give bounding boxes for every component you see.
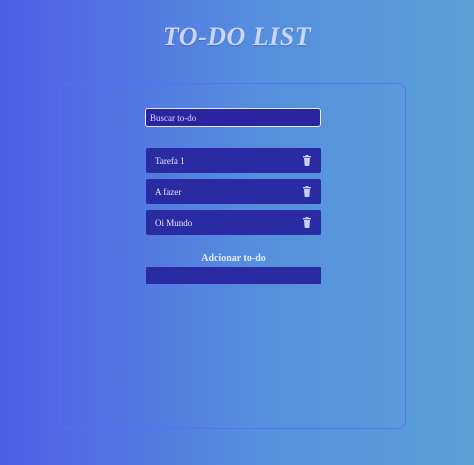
todo-item[interactable]: Oi Mundo: [146, 210, 321, 235]
trash-icon[interactable]: [302, 186, 312, 197]
todo-text: Tarefa 1: [155, 155, 185, 166]
search-input[interactable]: [145, 108, 321, 127]
todo-item[interactable]: Tarefa 1: [146, 148, 321, 173]
page-title: TO-DO LIST: [162, 22, 312, 51]
add-todo-input[interactable]: [146, 267, 321, 284]
todo-text: A fazer: [155, 186, 182, 197]
add-todo-label: Adcionar to-do: [201, 253, 266, 264]
trash-icon[interactable]: [302, 155, 312, 166]
todo-text: Oi Mundo: [155, 217, 193, 228]
todo-list: Tarefa 1 A fazer Oi Mundo: [146, 148, 321, 241]
todo-item[interactable]: A fazer: [146, 179, 321, 204]
trash-icon[interactable]: [302, 217, 312, 228]
